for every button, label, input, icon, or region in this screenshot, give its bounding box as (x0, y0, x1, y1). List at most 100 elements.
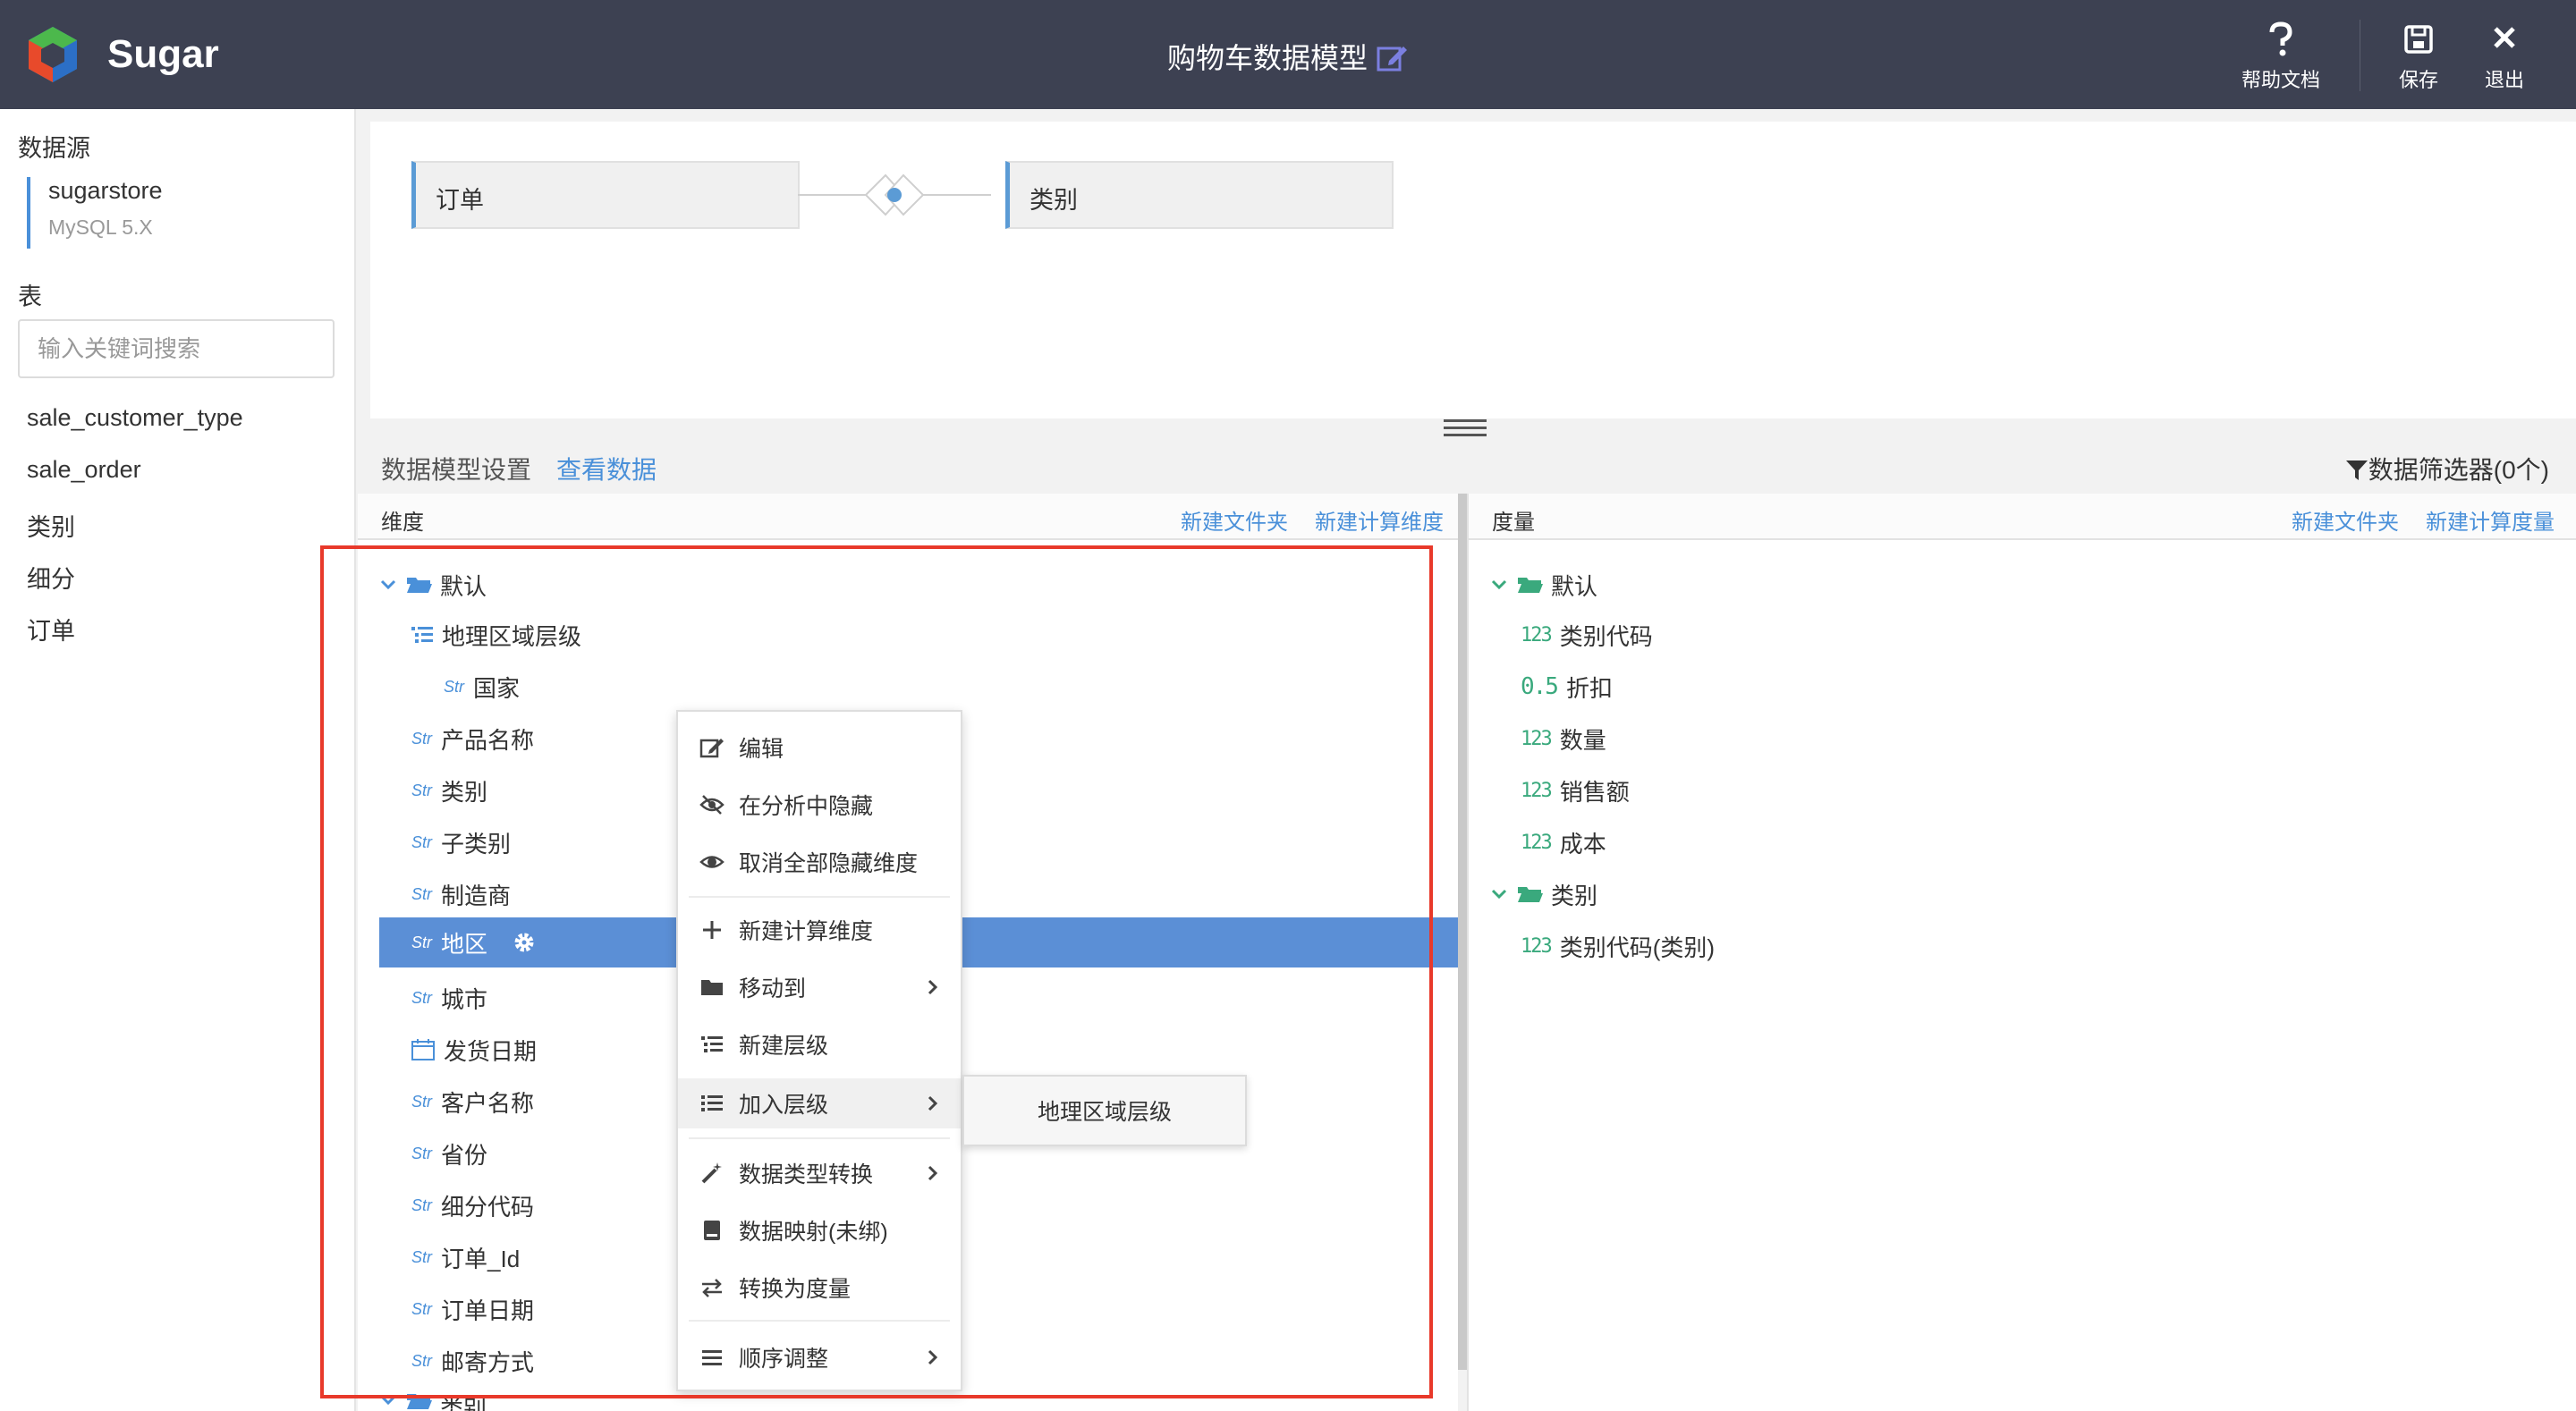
save-button[interactable]: 保存 (2383, 21, 2454, 93)
folder-default[interactable]: 默认 (1490, 560, 1597, 610)
dimension-item[interactable]: Str 国家 (444, 662, 520, 712)
string-type-icon: Str (411, 1299, 433, 1318)
table-item[interactable]: sale_order (27, 456, 141, 484)
bars-icon (702, 1350, 722, 1365)
measure-item[interactable]: 123 数量 (1521, 714, 1606, 764)
string-type-icon: Str (411, 884, 433, 903)
string-type-icon: Str (411, 781, 433, 799)
string-type-icon: Str (411, 933, 433, 951)
folder-open-icon (407, 578, 432, 593)
measure-item[interactable]: 0.5 折扣 (1521, 662, 1613, 712)
dimension-item[interactable]: Str 类别 (411, 765, 487, 815)
app-header: Sugar 购物车数据模型 帮助文档 保存 退出 (0, 0, 2576, 109)
menu-item-edit[interactable]: 编辑 (678, 722, 961, 773)
table-item[interactable]: 细分 (27, 560, 75, 595)
table-item[interactable]: sale_customer_type (27, 404, 243, 432)
menu-item-new-calc-dimension[interactable]: 新建计算维度 (678, 905, 961, 955)
chevron-right-icon (928, 979, 938, 995)
datasource-type: MySQL 5.X (48, 215, 153, 239)
new-folder-link[interactable]: 新建文件夹 (2292, 504, 2399, 536)
model-tabs: 数据模型设置 查看数据 数据筛选器(0个) (358, 438, 2576, 492)
dimension-item[interactable]: Str 订单_Id (411, 1232, 520, 1282)
datasource-item[interactable]: sugarstore MySQL 5.X (27, 177, 163, 249)
edit-title-icon[interactable] (1377, 43, 1409, 72)
menu-item-convert-to-measure[interactable]: 转换为度量 (678, 1263, 961, 1313)
string-type-icon: Str (411, 1247, 433, 1266)
folder-category[interactable]: 类别 (1490, 869, 1597, 919)
tables-label: 表 (18, 283, 42, 310)
dimension-item[interactable]: Str 省份 (411, 1128, 487, 1179)
table-search-input[interactable] (18, 319, 335, 378)
data-filter-button[interactable]: 数据筛选器(0个) (2345, 451, 2549, 486)
menu-item-move-to[interactable]: 移动到 (678, 962, 961, 1012)
hierarchy-item[interactable]: 地理区域层级 (411, 610, 581, 660)
measure-item[interactable]: 123 成本 (1521, 817, 1606, 867)
submenu-item-geo-hierarchy[interactable]: 地理区域层级 (962, 1075, 1247, 1146)
dimension-item[interactable]: Str 制造商 (411, 869, 511, 919)
menu-separator (689, 1137, 950, 1139)
menu-item-type-convert[interactable]: 数据类型转换 (678, 1148, 961, 1198)
eye-slash-icon (699, 795, 724, 815)
menu-item-reorder[interactable]: 顺序调整 (678, 1332, 961, 1382)
folder-open-icon (1518, 578, 1543, 593)
dimension-item[interactable]: 发货日期 (411, 1025, 537, 1075)
edit-icon (699, 739, 724, 758)
help-button[interactable]: 帮助文档 (2236, 21, 2326, 93)
dimensions-title: 维度 (381, 511, 424, 535)
filter-icon (2345, 460, 2368, 480)
dimensions-header: 维度 新建文件夹 新建计算维度 (358, 494, 1458, 540)
plus-icon (703, 921, 721, 939)
folder-icon (701, 980, 723, 995)
folder-category-partial[interactable]: 类别 (379, 1391, 487, 1411)
chevron-down-icon (1491, 889, 1507, 900)
gear-icon[interactable] (513, 931, 536, 954)
measures-title: 度量 (1492, 511, 1535, 535)
datasource-name: sugarstore (48, 177, 163, 204)
menu-item-hide-in-analysis[interactable]: 在分析中隐藏 (678, 780, 961, 830)
page-title: 购物车数据模型 (0, 36, 2576, 77)
chevron-right-icon (928, 1095, 938, 1111)
folder-default[interactable]: 默认 (379, 560, 487, 610)
table-node-right[interactable]: 类别 (1005, 161, 1394, 229)
resize-handle-icon[interactable] (1444, 418, 1487, 439)
table-node-left[interactable]: 订单 (411, 161, 800, 229)
tab-model-settings[interactable]: 数据模型设置 (381, 451, 531, 486)
dimension-item[interactable]: Str 产品名称 (411, 714, 534, 764)
dimension-item[interactable]: Str 细分代码 (411, 1180, 534, 1230)
left-sidebar: 数据源 sugarstore MySQL 5.X 表 sale_customer… (0, 109, 356, 1411)
string-type-icon: Str (411, 1196, 433, 1214)
join-connector-icon[interactable] (798, 161, 991, 229)
dimension-item[interactable]: Str 城市 (411, 973, 487, 1023)
calendar-icon (411, 1039, 435, 1060)
dimensions-scrollbar[interactable] (1458, 494, 1467, 1370)
model-canvas[interactable]: 订单 类别 (370, 122, 2576, 418)
menu-item-new-hierarchy[interactable]: 新建层级 (678, 1019, 961, 1069)
string-type-icon: Str (411, 1144, 433, 1162)
exit-button[interactable]: 退出 (2469, 21, 2540, 93)
menu-item-data-mapping[interactable]: 数据映射(未绑) (678, 1205, 961, 1255)
new-folder-link[interactable]: 新建文件夹 (1181, 504, 1288, 536)
new-calc-measure-link[interactable]: 新建计算度量 (2426, 504, 2555, 536)
new-calc-dimension-link[interactable]: 新建计算维度 (1315, 504, 1444, 536)
table-item[interactable]: 订单 (27, 612, 75, 646)
measures-panel: 度量 新建文件夹 新建计算度量 默认 123 类别代码 0.5 折扣 123 数量 1… (1469, 494, 2576, 1411)
dimension-item[interactable]: Str 客户名称 (411, 1077, 534, 1127)
measure-item[interactable]: 123 类别代码(类别) (1521, 921, 1715, 971)
dimension-item[interactable]: Str 子类别 (411, 817, 511, 867)
datasource-label: 数据源 (18, 135, 90, 162)
question-icon (2269, 21, 2292, 56)
dimension-item[interactable]: Str 邮寄方式 (411, 1336, 534, 1386)
measure-item[interactable]: 123 销售额 (1521, 765, 1630, 815)
menu-item-add-to-hierarchy[interactable]: 加入层级 (678, 1078, 961, 1128)
menu-item-unhide-all[interactable]: 取消全部隐藏维度 (678, 837, 961, 887)
hierarchy-icon (411, 627, 433, 643)
string-type-icon: Str (411, 729, 433, 748)
measure-item[interactable]: 123 类别代码 (1521, 610, 1653, 660)
table-item[interactable]: 类别 (27, 508, 75, 543)
folder-open-icon (1518, 887, 1543, 902)
chevron-down-icon (380, 1395, 396, 1406)
number-type-icon: 123 (1521, 779, 1553, 802)
tab-view-data[interactable]: 查看数据 (556, 451, 657, 486)
dimension-item[interactable]: Str 订单日期 (411, 1284, 534, 1334)
chevron-down-icon (1491, 579, 1507, 590)
